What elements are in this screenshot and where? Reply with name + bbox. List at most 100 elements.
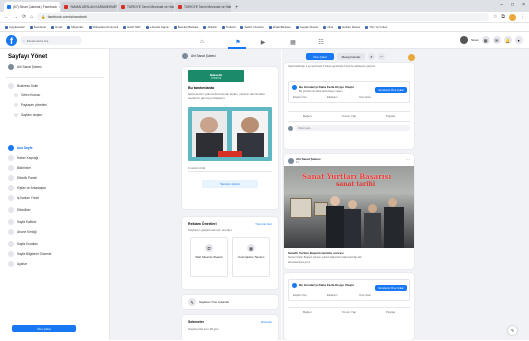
browser-tab[interactable]: TÜRKİYE Tarım Mevzuatı ve Hab.× (175, 2, 231, 12)
bookmark-item[interactable]: Google Sheets (295, 25, 318, 29)
like-button[interactable]: Beğen (303, 310, 312, 314)
bookmark-item[interactable]: Gelirler İdaresi (338, 25, 360, 29)
close-tab-icon[interactable]: × (59, 5, 60, 9)
bookmark-item[interactable]: Facebook (29, 25, 46, 29)
bookmark-item[interactable]: Bereket Bankası (173, 25, 198, 29)
bookmark-item[interactable]: Gmail (51, 25, 62, 29)
browser-tab[interactable]: TÜRKİYE Tarım Mevzuatı ve Haberleri× (118, 2, 174, 12)
profile-name[interactable]: Sinan (471, 38, 479, 42)
post-link[interactable]: ahisanatsubesi.gov.tr (288, 261, 310, 264)
profile-avatar[interactable] (460, 36, 468, 44)
groups-icon[interactable]: ☷ (315, 38, 327, 46)
like-button[interactable]: Beğen (303, 114, 312, 118)
minimize-button[interactable]: – (500, 2, 503, 8)
suggestion-label: Web Sitesinin Ziyareti (195, 255, 223, 259)
suggestion-tile[interactable]: ▦ Yerel İşletme Tanıtımı (232, 237, 270, 277)
promoted-row[interactable]: ✎ Sayfanız Öne Çıkarıldı (182, 295, 278, 309)
promote-button[interactable]: Öne Çıkar (12, 325, 76, 332)
bookmark-icon (123, 25, 127, 29)
bookmark-item[interactable]: Uygulamalar (5, 25, 25, 29)
bookmark-item[interactable]: Müşteriler (67, 25, 84, 29)
comment-button[interactable]: Yorum Yap (342, 114, 356, 118)
sidebar-item[interactable]: İş İlanları Yönet (8, 195, 39, 201)
sidebar-item[interactable]: Etkinlik Paneli (8, 175, 37, 181)
bookmark-item[interactable]: Akbank (203, 25, 217, 29)
sidebar-item[interactable]: Business Suite (8, 83, 38, 89)
center-profile[interactable]: Ahi Sanat Şubesi (182, 53, 215, 59)
share-button[interactable]: Paylaş (386, 310, 395, 314)
sidebar-subitem[interactable]: Gelen Kutusu (14, 93, 40, 97)
sidebar-item-icon (8, 145, 14, 151)
edit-link[interactable]: Düzenle (261, 320, 272, 324)
suggestion-tile[interactable]: ⎚ Web Sitesinin Ziyareti (190, 237, 228, 277)
facebook-search[interactable]: ⌕ Facebook'ta Ara (20, 36, 82, 45)
sidebar-item[interactable]: Sayfa Kalitesi (8, 219, 36, 225)
page-name: Ahi Sanat Şubesi (17, 65, 42, 69)
user-avatar[interactable] (408, 54, 415, 61)
lock-icon: 🔒 (41, 15, 46, 19)
comment-input[interactable]: Yorum yaz... (295, 125, 410, 131)
bookmark-label: Uygulamalar (9, 25, 25, 29)
extensions-icon[interactable]: ⧉ (501, 14, 505, 20)
account-chevron-icon[interactable]: ▾ (514, 36, 523, 44)
sidebar-item[interactable]: Bildirimler (8, 165, 31, 171)
home-icon[interactable]: ⌂ (30, 14, 33, 20)
close-window-button[interactable]: × (522, 2, 525, 8)
browser-tab[interactable]: (67) Sinan Çakmak | Facebook × (4, 2, 60, 12)
bookmark-item[interactable]: Turkcell (221, 25, 235, 29)
star-icon[interactable]: ☆ (493, 14, 497, 20)
new-tab-button[interactable]: + (232, 5, 242, 11)
sidebar-item[interactable]: Etkinlikler (8, 207, 31, 213)
share-button[interactable]: Paylaş (386, 114, 395, 118)
notifications-icon[interactable]: 🔔 (503, 36, 512, 44)
bookmark-item[interactable]: Satsiz Yönetimi (240, 25, 264, 29)
view-promotion-button[interactable]: Tanıtımı Görün (202, 180, 258, 188)
reload-icon[interactable]: ⟳ (22, 14, 26, 20)
bookmark-item[interactable]: HALK NET (123, 25, 141, 29)
back-icon[interactable]: ← (4, 14, 9, 20)
search-icon[interactable]: ⌕ (368, 53, 375, 60)
url-field[interactable]: 🔒 facebook.com/sinanckmk (37, 13, 489, 21)
post-options-icon[interactable]: ⋯ (406, 157, 410, 162)
boost-button[interactable]: Öne Çıkar (306, 53, 334, 60)
forward-icon[interactable]: → (13, 14, 18, 20)
more-icon[interactable]: ⋯ (378, 53, 385, 60)
bookmark-item[interactable]: Tüm Yer İmleri (365, 25, 387, 29)
avatar (182, 53, 188, 59)
bookmark-icon (365, 25, 369, 29)
flag-icon[interactable]: ⚑ (232, 38, 244, 46)
sidebar-item-label: Sayfa Bilgilerini Düzenle (17, 252, 52, 256)
bookmark-item[interactable]: Ziraat Bankası (268, 25, 291, 29)
sidebar-item[interactable]: Ana Sayfa (8, 145, 32, 151)
bookmark-item[interactable]: Muhasebe Personeli (88, 25, 118, 29)
page-switcher[interactable]: Ahi Sanat Şubesi (8, 64, 41, 70)
post-image[interactable]: Sanat Yurtları Başarısı sanat tarihi (284, 166, 414, 248)
browser-tab[interactable]: YAMAN ARSLAN KARAMEHMETOĞ × (61, 2, 117, 12)
bookmark-item[interactable]: e-Devlet Kapısı (145, 25, 169, 29)
video-icon[interactable]: ▶ (257, 38, 269, 46)
facebook-logo[interactable]: f (6, 35, 17, 46)
sidebar-item[interactable]: Kişiler ve Arkadaşlar (8, 185, 46, 191)
maximize-button[interactable]: □ (511, 2, 514, 8)
home-icon[interactable]: ⌂ (196, 38, 208, 46)
sidebar-item[interactable]: Abone Kimliği (8, 229, 37, 235)
new-message-icon[interactable]: ✎ (508, 326, 517, 335)
send-message-button[interactable]: Mesaj Gönder (337, 53, 365, 60)
store-icon[interactable]: ▦ (287, 38, 299, 46)
menu-grid-icon[interactable]: ▦ (481, 36, 490, 44)
messenger-icon[interactable]: ✉ (492, 36, 501, 44)
sidebar-item[interactable]: Ayarlar (8, 261, 27, 267)
boost-post-button[interactable]: Gönderiyi Öne Çıkar (375, 87, 407, 93)
comment-button[interactable]: Yorum Yap (342, 310, 356, 314)
bookmark-item[interactable]: Okul (323, 25, 333, 29)
boost-post-button[interactable]: Gönderiyi Öne Çıkar (375, 285, 407, 291)
sidebar-item[interactable]: Sayfa Kuralları (8, 241, 38, 247)
sidebar-item-label: Business Suite (17, 84, 39, 88)
sidebar-subitem[interactable]: Paylaşım yönetimi (14, 103, 47, 107)
sidebar-item[interactable]: Sayfa Bilgilerini Düzenle (8, 251, 51, 257)
sidebar-item[interactable]: Haber Kaynağı (8, 155, 38, 161)
see-all-link[interactable]: Tümünü Gör (255, 222, 272, 226)
sidebar-subitem[interactable]: Sayfanı oluştur (14, 113, 42, 117)
profile-avatar[interactable] (509, 13, 516, 21)
menu-icon[interactable]: ⋮ (520, 14, 525, 20)
